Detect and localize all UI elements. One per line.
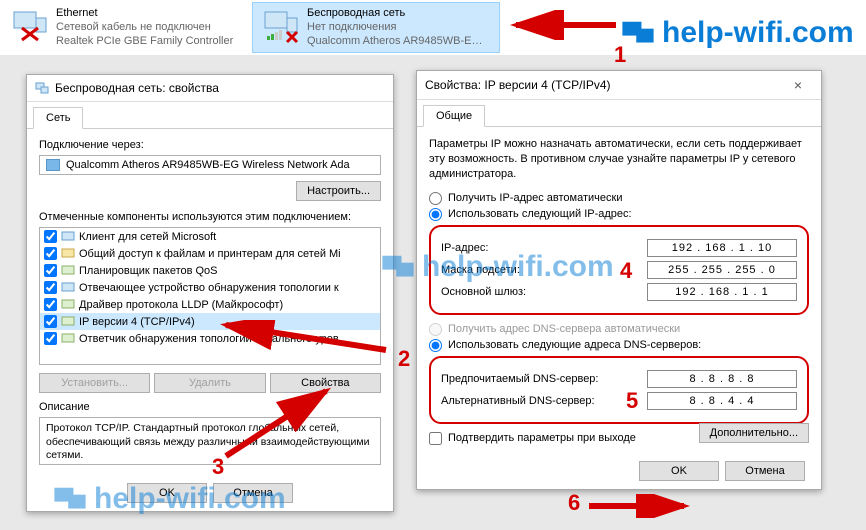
titlebar[interactable]: Беспроводная сеть: свойства	[27, 75, 393, 102]
mask-label: Маска подсети:	[441, 264, 647, 276]
intro-paragraph: Параметры IP можно назначать автоматичес…	[429, 137, 809, 182]
responder2-icon	[61, 333, 75, 345]
adapter-device: Realtek PCIe GBE Family Controller	[56, 35, 233, 49]
annotation-3: 3	[212, 454, 224, 480]
radio-manual-ip-input[interactable]	[429, 208, 442, 221]
component-checkbox[interactable]	[44, 281, 57, 294]
adapter-icon	[35, 81, 49, 95]
radio-auto-dns-input	[429, 323, 442, 336]
adapter-field-text: Qualcomm Atheros AR9485WB-EG Wireless Ne…	[66, 159, 350, 171]
adapter-field: Qualcomm Atheros AR9485WB-EG Wireless Ne…	[39, 155, 381, 175]
dns2-label: Альтернативный DNS-сервер:	[441, 395, 647, 407]
remove-button[interactable]: Удалить	[154, 373, 265, 393]
annotation-5: 5	[626, 388, 638, 414]
list-item[interactable]: Отвечающее устройство обнаружения тополо…	[40, 279, 380, 296]
tabstrip: Общие	[417, 100, 821, 127]
annotation-6: 6	[568, 490, 580, 516]
ip-label: IP-адрес:	[441, 242, 647, 254]
close-button[interactable]: ×	[783, 77, 813, 93]
ipv4-icon	[61, 316, 75, 328]
list-item[interactable]: Общий доступ к файлам и принтерам для се…	[40, 245, 380, 262]
radio-manual-dns-input[interactable]	[429, 339, 442, 352]
annotation-4: 4	[620, 258, 632, 284]
radio-manual-ip[interactable]: Использовать следующий IP-адрес:	[429, 208, 809, 221]
component-checkbox[interactable]	[44, 230, 57, 243]
advanced-button[interactable]: Дополнительно...	[699, 423, 809, 443]
cancel-button[interactable]: Отмена	[213, 483, 293, 503]
cancel-button[interactable]: Отмена	[725, 461, 805, 481]
ipv4-properties-window: Свойства: IP версии 4 (TCP/IPv4) × Общие…	[416, 70, 822, 490]
connect-via-label: Подключение через:	[39, 139, 381, 151]
annotation-1: 1	[614, 42, 626, 68]
ok-button[interactable]: OK	[127, 483, 207, 503]
validate-checkbox[interactable]	[429, 432, 442, 445]
list-item[interactable]: Планировщик пакетов QoS	[40, 262, 380, 279]
component-checkbox[interactable]	[44, 298, 57, 311]
window-title: Свойства: IP версии 4 (TCP/IPv4)	[425, 78, 611, 92]
adapter-properties-window: Беспроводная сеть: свойства Сеть Подключ…	[26, 74, 394, 512]
component-checkbox[interactable]	[44, 332, 57, 345]
install-button[interactable]: Установить...	[39, 373, 150, 393]
tab-network[interactable]: Сеть	[33, 107, 83, 129]
component-checkbox[interactable]	[44, 264, 57, 277]
component-buttons: Установить... Удалить Свойства	[39, 373, 381, 393]
client-icon	[61, 231, 75, 243]
dns1-label: Предпочитаемый DNS-сервер:	[441, 373, 647, 385]
ethernet-icon	[10, 10, 50, 46]
share-icon	[61, 248, 75, 260]
dns-group: Предпочитаемый DNS-сервер: 8 . 8 . 8 . 8…	[429, 356, 809, 424]
adapter-status: Сетевой кабель не подключен	[56, 21, 233, 35]
radio-manual-dns[interactable]: Использовать следующие адреса DNS-сервер…	[429, 339, 809, 352]
tabstrip: Сеть	[27, 102, 393, 129]
titlebar[interactable]: Свойства: IP версии 4 (TCP/IPv4) ×	[417, 71, 821, 100]
arrow-6	[584, 494, 694, 518]
wireless-icon	[261, 10, 301, 46]
lldp-icon	[61, 299, 75, 311]
description-label: Описание	[39, 401, 381, 413]
dialog-buttons: OK Отмена	[417, 453, 821, 489]
list-item[interactable]: Драйвер протокола LLDP (Майкрософт)	[40, 296, 380, 313]
gateway-field[interactable]: 192 . 168 . 1 . 1	[647, 283, 797, 301]
mask-field[interactable]: 255 . 255 . 255 . 0	[647, 261, 797, 279]
nic-icon	[46, 159, 60, 171]
dialog-buttons: OK Отмена	[27, 475, 393, 511]
components-list[interactable]: Клиент для сетей Microsoft Общий доступ …	[39, 227, 381, 365]
properties-button[interactable]: Свойства	[270, 373, 381, 393]
component-checkbox[interactable]	[44, 315, 57, 328]
window-title: Беспроводная сеть: свойства	[55, 81, 219, 95]
ok-button[interactable]: OK	[639, 461, 719, 481]
component-checkbox[interactable]	[44, 247, 57, 260]
description-section: Описание Протокол TCP/IP. Стандартный пр…	[39, 401, 381, 465]
adapter-name: Беспроводная сеть	[307, 7, 482, 21]
radio-auto-dns[interactable]: Получить адрес DNS-сервера автоматически	[429, 323, 809, 336]
gateway-label: Основной шлюз:	[441, 286, 647, 298]
dns1-field[interactable]: 8 . 8 . 8 . 8	[647, 370, 797, 388]
components-label: Отмеченные компоненты используются этим …	[39, 211, 381, 223]
description-text: Протокол TCP/IP. Стандартный протокол гл…	[39, 417, 381, 465]
network-adapters-bar: Ethernet Сетевой кабель не подключен Rea…	[0, 0, 866, 55]
adapter-status: Нет подключения	[307, 21, 482, 35]
radio-auto-ip-input[interactable]	[429, 192, 442, 205]
qos-icon	[61, 265, 75, 277]
dns2-field[interactable]: 8 . 8 . 4 . 4	[647, 392, 797, 410]
configure-button[interactable]: Настроить...	[296, 181, 381, 201]
adapter-wireless[interactable]: Беспроводная сеть Нет подключения Qualco…	[252, 2, 500, 53]
list-item[interactable]: Ответчик обнаружения топологии канальног…	[40, 330, 380, 347]
adapter-name: Ethernet	[56, 7, 233, 21]
adapter-ethernet[interactable]: Ethernet Сетевой кабель не подключен Rea…	[2, 2, 250, 53]
radio-auto-ip[interactable]: Получить IP-адрес автоматически	[429, 192, 809, 205]
list-item-ipv4[interactable]: IP версии 4 (TCP/IPv4)	[40, 313, 380, 330]
annotation-2: 2	[398, 346, 410, 372]
adapter-device: Qualcomm Atheros AR9485WB-E…	[307, 35, 482, 49]
ip-group: IP-адрес: 192 . 168 . 1 . 10 Маска подсе…	[429, 225, 809, 315]
list-item[interactable]: Клиент для сетей Microsoft	[40, 228, 380, 245]
responder-icon	[61, 282, 75, 294]
tab-general[interactable]: Общие	[423, 105, 485, 127]
ip-field[interactable]: 192 . 168 . 1 . 10	[647, 239, 797, 257]
